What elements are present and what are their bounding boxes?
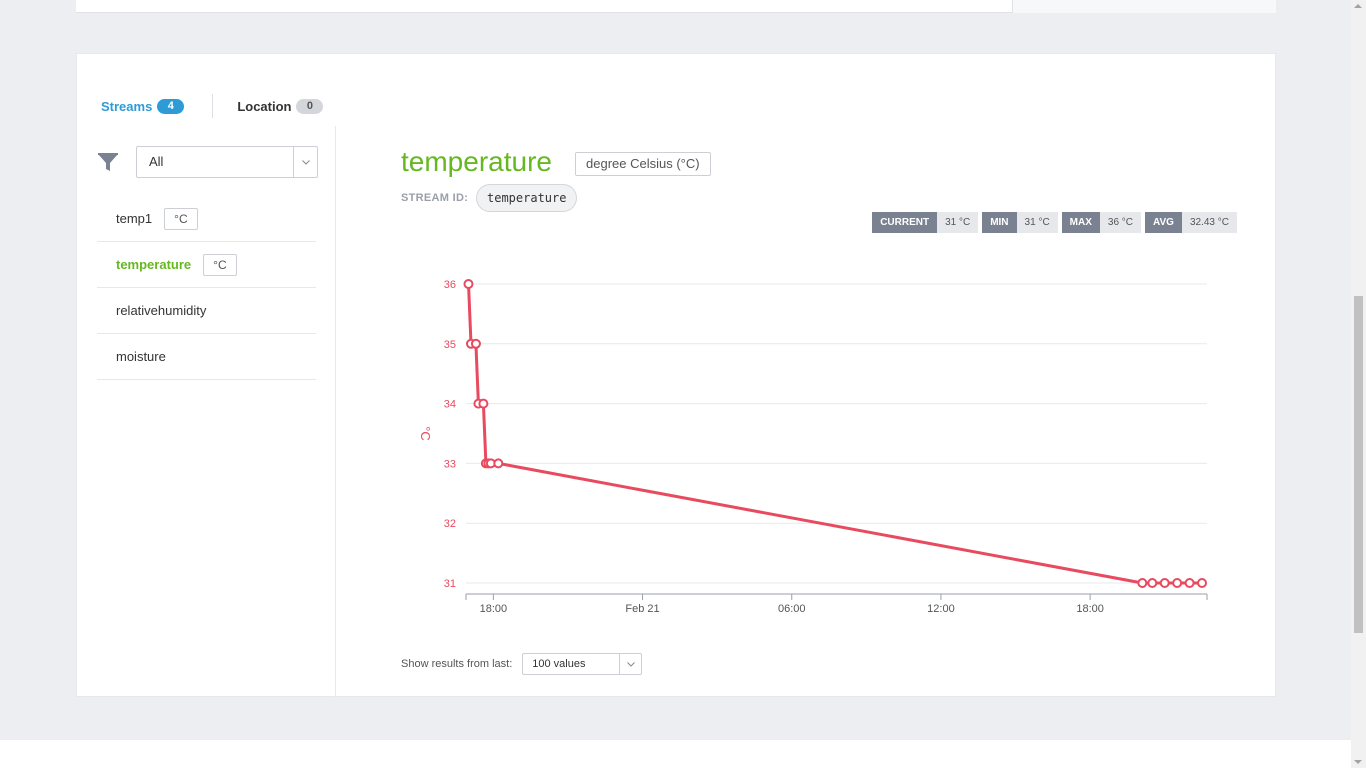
tab-streams-label: Streams <box>101 98 153 114</box>
stream-detail: temperature degree Celsius (°C) STREAM I… <box>401 126 1261 698</box>
stat-max-label: MAX <box>1061 212 1100 233</box>
next-card-remnant <box>0 740 1352 768</box>
stream-tabs: Streams 4 Location 0 <box>101 94 324 118</box>
results-count-value: 100 values <box>532 658 586 670</box>
x-tick-label: 06:00 <box>778 603 806 614</box>
stat-current: CURRENT 31 °C <box>872 212 979 233</box>
y-tick-label: 32 <box>444 518 456 530</box>
data-point <box>493 458 504 469</box>
filter-funnel-icon <box>97 151 119 173</box>
data-point <box>1172 578 1183 588</box>
unit-label: degree Celsius (°C) <box>575 152 711 176</box>
stat-current-label: CURRENT <box>872 212 938 233</box>
filter-row: All <box>97 146 318 178</box>
tab-streams[interactable]: Streams 4 <box>101 98 185 114</box>
location-count-badge: 0 <box>296 98 324 114</box>
page-scrollbar[interactable] <box>1351 0 1366 768</box>
stat-avg-value: 32.43 °C <box>1181 212 1237 233</box>
stream-id-label: STREAM ID: <box>401 192 469 204</box>
y-tick-label: 35 <box>444 339 456 351</box>
data-point <box>1159 578 1170 588</box>
page-title: temperature <box>401 146 552 177</box>
stream-unit-tag: °C <box>203 253 237 276</box>
x-tick-label: 18:00 <box>480 603 508 614</box>
tab-location-label: Location <box>237 98 292 114</box>
list-item[interactable]: temperature °C <box>97 242 316 288</box>
stat-max: MAX 36 °C <box>1061 212 1142 233</box>
results-row: Show results from last: 100 values <box>401 653 643 675</box>
x-tick-label: 18:00 <box>1076 603 1104 614</box>
stream-filter-value: All <box>149 154 164 169</box>
x-tick-label: 12:00 <box>927 603 955 614</box>
top-card-side-panel <box>1013 0 1276 13</box>
stat-avg-label: AVG <box>1145 212 1182 233</box>
chevron-down-icon <box>619 654 641 674</box>
scroll-down-icon[interactable] <box>1354 760 1362 764</box>
data-point <box>1147 578 1158 588</box>
streams-count-badge: 4 <box>157 98 185 114</box>
data-point <box>478 398 489 409</box>
list-item[interactable]: relativehumidity <box>97 288 316 334</box>
y-axis-label: °C <box>418 426 433 441</box>
stream-name: relativehumidity <box>116 303 207 318</box>
temperature-chart: 36 35 34 33 32 31 18:00 Feb 21 06:00 12:00 18:00 °C <box>418 279 1208 614</box>
data-point <box>1197 578 1208 588</box>
stat-avg: AVG 32.43 °C <box>1145 212 1237 233</box>
stat-min: MIN 31 °C <box>982 212 1058 233</box>
series-line <box>467 283 1202 585</box>
stream-name: temp1 <box>116 211 153 226</box>
y-tick-label: 33 <box>444 458 456 470</box>
results-count-select[interactable]: 100 values <box>522 653 643 675</box>
streams-card: Streams 4 Location 0 All temp1 °C temper… <box>76 53 1276 698</box>
list-item[interactable]: moisture <box>97 334 316 380</box>
stat-min-label: MIN <box>982 212 1017 233</box>
data-point <box>1137 578 1148 588</box>
y-tick-label: 34 <box>444 399 456 411</box>
stream-name: moisture <box>116 349 166 364</box>
stream-name: temperature <box>116 257 192 272</box>
stream-unit-tag: °C <box>164 207 198 230</box>
stat-max-value: 36 °C <box>1099 212 1142 233</box>
results-label: Show results from last: <box>401 658 513 670</box>
stat-current-value: 31 °C <box>937 212 979 233</box>
stats-bar: CURRENT 31 °C MIN 31 °C MAX 36 °C AVG 32… <box>868 212 1237 233</box>
stream-sidebar: All temp1 °C temperature °C relativehumi… <box>77 126 336 698</box>
scroll-up-icon[interactable] <box>1354 4 1362 8</box>
data-point <box>470 338 481 349</box>
scrollbar-thumb[interactable] <box>1354 296 1363 633</box>
chevron-down-icon <box>293 147 317 177</box>
stat-min-value: 31 °C <box>1016 212 1058 233</box>
x-tick-label: Feb 21 <box>625 603 659 614</box>
stream-list: temp1 °C temperature °C relativehumidity… <box>97 196 316 380</box>
tab-separator <box>212 94 214 118</box>
tab-location[interactable]: Location 0 <box>237 98 324 114</box>
stream-id-value: temperature <box>476 184 578 212</box>
top-card-remnant <box>76 0 1276 13</box>
y-tick-label: 31 <box>444 578 456 590</box>
data-point <box>463 279 474 289</box>
stream-filter-select[interactable]: All <box>136 146 318 178</box>
list-item[interactable]: temp1 °C <box>97 196 316 242</box>
y-tick-label: 36 <box>444 279 456 291</box>
data-point <box>1184 578 1195 588</box>
